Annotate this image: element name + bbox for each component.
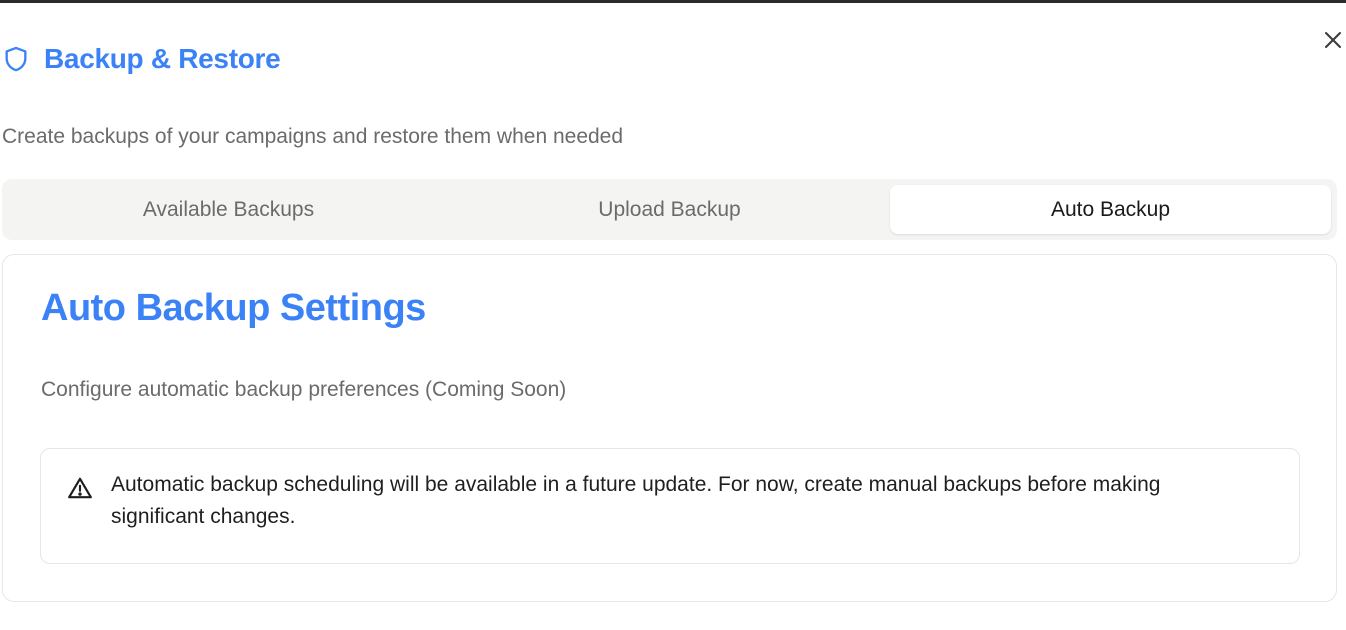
shield-icon bbox=[2, 43, 30, 75]
tab-upload-backup[interactable]: Upload Backup bbox=[449, 185, 890, 234]
tab-auto-backup[interactable]: Auto Backup bbox=[890, 185, 1331, 234]
dialog-header: Backup & Restore bbox=[2, 39, 281, 79]
backup-restore-dialog: Backup & Restore Create backups of your … bbox=[0, 3, 1346, 630]
card-title: Auto Backup Settings bbox=[41, 287, 426, 329]
info-alert: Automatic backup scheduling will be avai… bbox=[40, 448, 1300, 564]
card-description: Configure automatic backup preferences (… bbox=[41, 378, 567, 401]
dialog-title: Backup & Restore bbox=[44, 43, 281, 74]
alert-message: Automatic backup scheduling will be avai… bbox=[111, 473, 1161, 528]
tab-list: Available Backups Upload Backup Auto Bac… bbox=[2, 179, 1337, 240]
warning-triangle-icon bbox=[67, 475, 93, 501]
auto-backup-settings-card: Auto Backup Settings Configure automatic… bbox=[2, 254, 1337, 602]
close-button[interactable] bbox=[1320, 29, 1346, 55]
close-icon bbox=[1324, 31, 1342, 54]
dialog-subtitle: Create backups of your campaigns and res… bbox=[2, 125, 624, 148]
tab-available-backups[interactable]: Available Backups bbox=[8, 185, 449, 234]
